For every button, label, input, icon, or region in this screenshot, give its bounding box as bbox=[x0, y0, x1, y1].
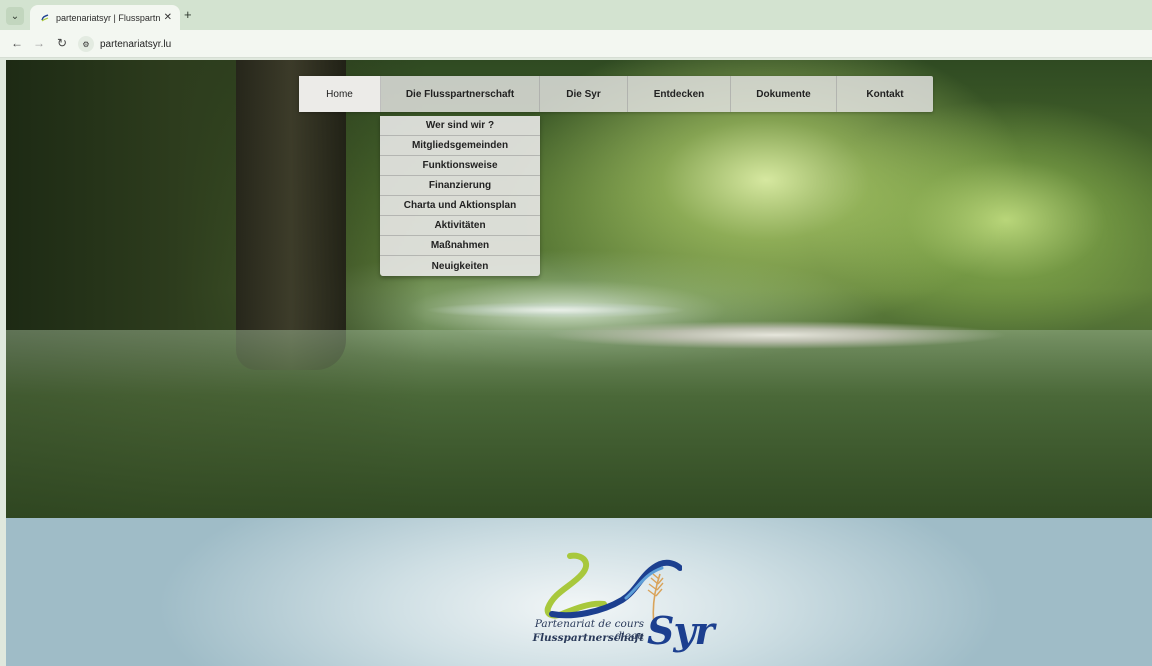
dropdown-item-mitgliedsgemeinden[interactable]: Mitgliedsgemeinden bbox=[380, 136, 540, 156]
dropdown-item-wer-sind-wir[interactable]: Wer sind wir ? bbox=[380, 116, 540, 136]
browser-tab-bar: ⌄ partenariatsyr | Flusspartnersch ✕ + bbox=[0, 0, 1152, 30]
reload-icon[interactable]: ↻ bbox=[55, 36, 69, 50]
dropdown-item-charta-und-aktionsplan[interactable]: Charta und Aktionsplan bbox=[380, 196, 540, 216]
logo-subtitle: Flusspartnerschaft bbox=[532, 632, 644, 644]
flusspartnerschaft-dropdown: Wer sind wir ? Mitgliedsgemeinden Funkti… bbox=[380, 116, 540, 276]
logo-name: Syr bbox=[647, 608, 715, 653]
hero-rocks bbox=[546, 320, 1006, 350]
dropdown-item-finanzierung[interactable]: Finanzierung bbox=[380, 176, 540, 196]
forward-arrow-icon[interactable]: → bbox=[32, 36, 46, 50]
address-bar: ← → ↻ ⚙ partenariatsyr.lu bbox=[0, 30, 1152, 58]
dropdown-item-funktionsweise[interactable]: Funktionsweise bbox=[380, 156, 540, 176]
back-arrow-icon[interactable]: ← bbox=[10, 36, 24, 50]
browser-tab[interactable]: partenariatsyr | Flusspartnersch ✕ bbox=[30, 5, 180, 30]
dropdown-item-massnahmen[interactable]: Maßnahmen bbox=[380, 236, 540, 256]
hero-river-image bbox=[6, 60, 1152, 518]
nav-die-flusspartnerschaft[interactable]: Die Flusspartnerschaft bbox=[381, 76, 540, 112]
nav-dokumente[interactable]: Dokumente bbox=[731, 76, 837, 112]
tab-close-icon[interactable]: ✕ bbox=[164, 12, 172, 23]
nav-die-syr[interactable]: Die Syr bbox=[540, 76, 628, 112]
tab-title: partenariatsyr | Flusspartnersch bbox=[56, 12, 160, 23]
favicon-icon bbox=[41, 13, 49, 21]
nav-entdecken[interactable]: Entdecken bbox=[628, 76, 731, 112]
url-field[interactable]: ⚙ partenariatsyr.lu bbox=[78, 34, 1148, 54]
syr-logo[interactable]: Partenariat de cours d'eau Flusspartners… bbox=[506, 552, 715, 664]
site-info-icon[interactable]: ⚙ bbox=[78, 36, 94, 52]
new-tab-plus-icon[interactable]: + bbox=[184, 7, 198, 23]
dropdown-item-aktivitaeten[interactable]: Aktivitäten bbox=[380, 216, 540, 236]
main-nav: Home Die Flusspartnerschaft Die Syr Entd… bbox=[299, 76, 933, 112]
nav-kontakt[interactable]: Kontakt bbox=[837, 76, 933, 112]
hero-rapids bbox=[426, 300, 686, 320]
logo-banner: Partenariat de cours d'eau Flusspartners… bbox=[6, 518, 1152, 666]
nav-home[interactable]: Home bbox=[299, 76, 381, 112]
hero-water bbox=[6, 330, 1152, 518]
dropdown-item-neuigkeiten[interactable]: Neuigkeiten bbox=[380, 256, 540, 276]
web-page: Home Die Flusspartnerschaft Die Syr Entd… bbox=[6, 60, 1152, 666]
url-text: partenariatsyr.lu bbox=[100, 38, 172, 50]
tab-search-chevron-icon[interactable]: ⌄ bbox=[6, 7, 24, 25]
